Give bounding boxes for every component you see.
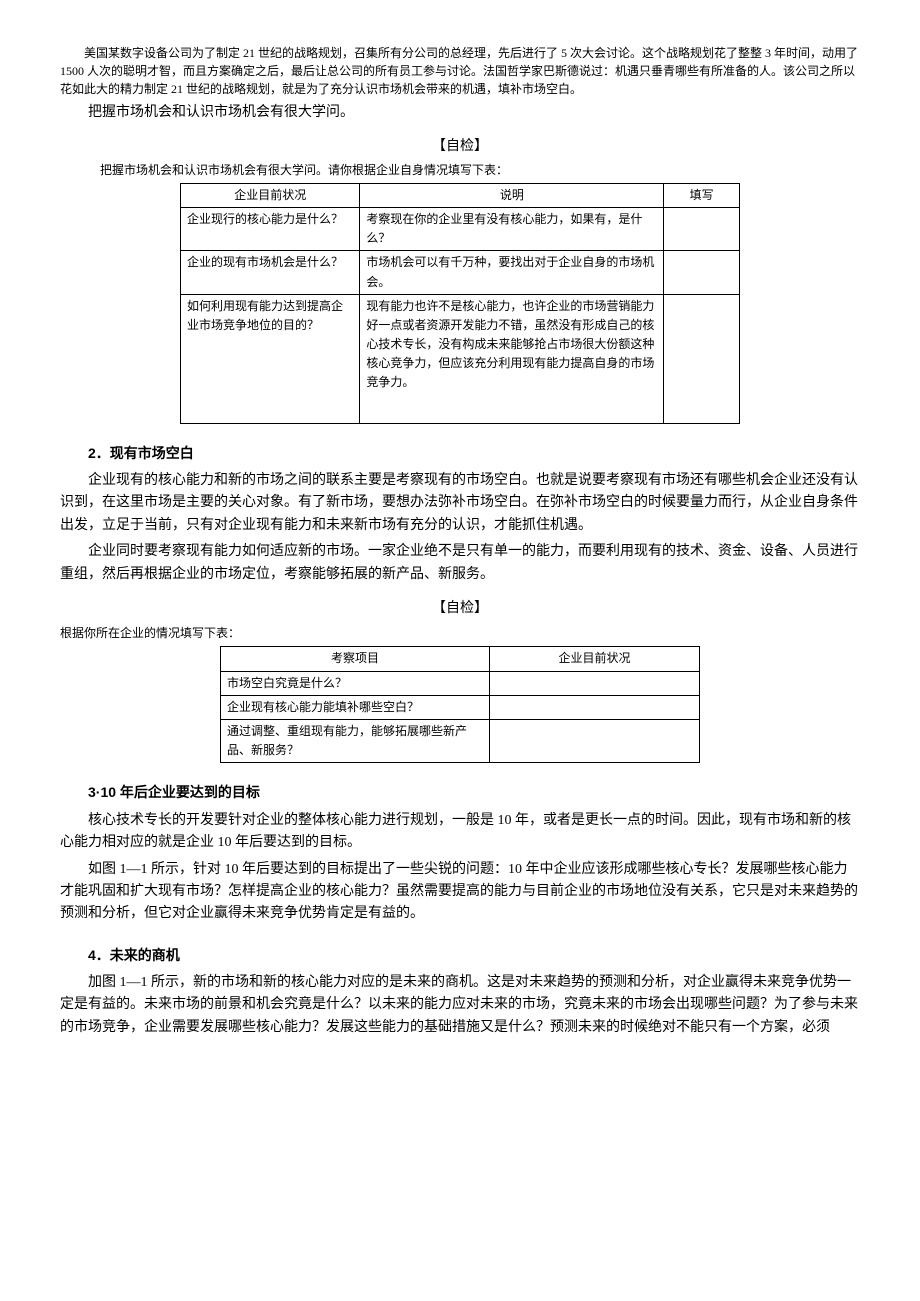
sec2-para-2: 企业同时要考察现有能力如何适应新的市场。一家企业绝不是只有单一的能力，而要利用现… [60, 541, 860, 586]
section-title-4: 4．未来的商机 [60, 944, 860, 966]
col-header-status2: 企业目前状况 [490, 647, 700, 671]
selfcheck-title-1: 【自检】 [60, 136, 860, 158]
col-header-explain: 说明 [360, 183, 664, 207]
table-row: 市场空白究竟是什么？ [221, 671, 700, 695]
selfcheck-title-2: 【自检】 [60, 598, 860, 620]
selfcheck-table-2: 考察项目 企业目前状况 市场空白究竟是什么？ 企业现有核心能力能填补哪些空白？ … [220, 646, 700, 763]
table-row: 企业现行的核心能力是什么？ 考察现在你的企业里有没有核心能力，如果有，是什么？ [181, 207, 740, 250]
cell-explain: 现有能力也许不是核心能力，也许企业的市场营销能力好一点或者资源开发能力不错，虽然… [360, 294, 664, 423]
cell-fill[interactable] [664, 251, 740, 294]
section-title-2: 2．现有市场空白 [60, 442, 860, 464]
cell-status2[interactable] [490, 695, 700, 719]
selfcheck-caption-1: 把握市场机会和认识市场机会有很大学问。请你根据企业自身情况填写下表： [100, 161, 860, 179]
selfcheck-table-1: 企业目前状况 说明 填写 企业现行的核心能力是什么？ 考察现在你的企业里有没有核… [180, 183, 740, 424]
table-row: 企业目前状况 说明 填写 [181, 183, 740, 207]
table-row: 如何利用现有能力达到提高企业市场竞争地位的目的？ 现有能力也许不是核心能力，也许… [181, 294, 740, 423]
cell-fill[interactable] [664, 207, 740, 250]
cell-status: 如何利用现有能力达到提高企业市场竞争地位的目的？ [181, 294, 360, 423]
cell-item: 企业现有核心能力能填补哪些空白？ [221, 695, 490, 719]
cell-status: 企业现行的核心能力是什么？ [181, 207, 360, 250]
cell-status2[interactable] [490, 719, 700, 762]
col-header-item: 考察项目 [221, 647, 490, 671]
intro-lead: 把握市场机会和认识市场机会有很大学问。 [60, 102, 860, 124]
section-title-3: 3·10 年后企业要达到的目标 [60, 781, 860, 803]
cell-item: 通过调整、重组现有能力，能够拓展哪些新产品、新服务？ [221, 719, 490, 762]
sec3-para-1: 核心技术专长的开发要针对企业的整体核心能力进行规划，一般是 10 年，或者是更长… [60, 810, 860, 855]
table-row: 考察项目 企业目前状况 [221, 647, 700, 671]
col-header-status: 企业目前状况 [181, 183, 360, 207]
cell-explain: 市场机会可以有千万种，要找出对于企业自身的市场机会。 [360, 251, 664, 294]
selfcheck-caption-2: 根据你所在企业的情况填写下表： [60, 624, 860, 642]
sec4-para-1: 加图 1—1 所示，新的市场和新的核心能力对应的是未来的商机。这是对未来趋势的预… [60, 972, 860, 1039]
table-row: 企业的现有市场机会是什么？ 市场机会可以有千万种，要找出对于企业自身的市场机会。 [181, 251, 740, 294]
table-row: 企业现有核心能力能填补哪些空白？ [221, 695, 700, 719]
col-header-fill: 填写 [664, 183, 740, 207]
intro-case: 美国某数字设备公司为了制定 21 世纪的战略规划，召集所有分公司的总经理，先后进… [60, 44, 860, 98]
table-row: 通过调整、重组现有能力，能够拓展哪些新产品、新服务？ [221, 719, 700, 762]
cell-fill[interactable] [664, 294, 740, 423]
cell-status2[interactable] [490, 671, 700, 695]
cell-item: 市场空白究竟是什么？ [221, 671, 490, 695]
sec2-para-1: 企业现有的核心能力和新的市场之间的联系主要是考察现有的市场空白。也就是说要考察现… [60, 470, 860, 537]
cell-explain: 考察现在你的企业里有没有核心能力，如果有，是什么？ [360, 207, 664, 250]
sec3-para-2: 如图 1—1 所示，针对 10 年后要达到的目标提出了一些尖锐的问题：10 年中… [60, 859, 860, 926]
cell-status: 企业的现有市场机会是什么？ [181, 251, 360, 294]
